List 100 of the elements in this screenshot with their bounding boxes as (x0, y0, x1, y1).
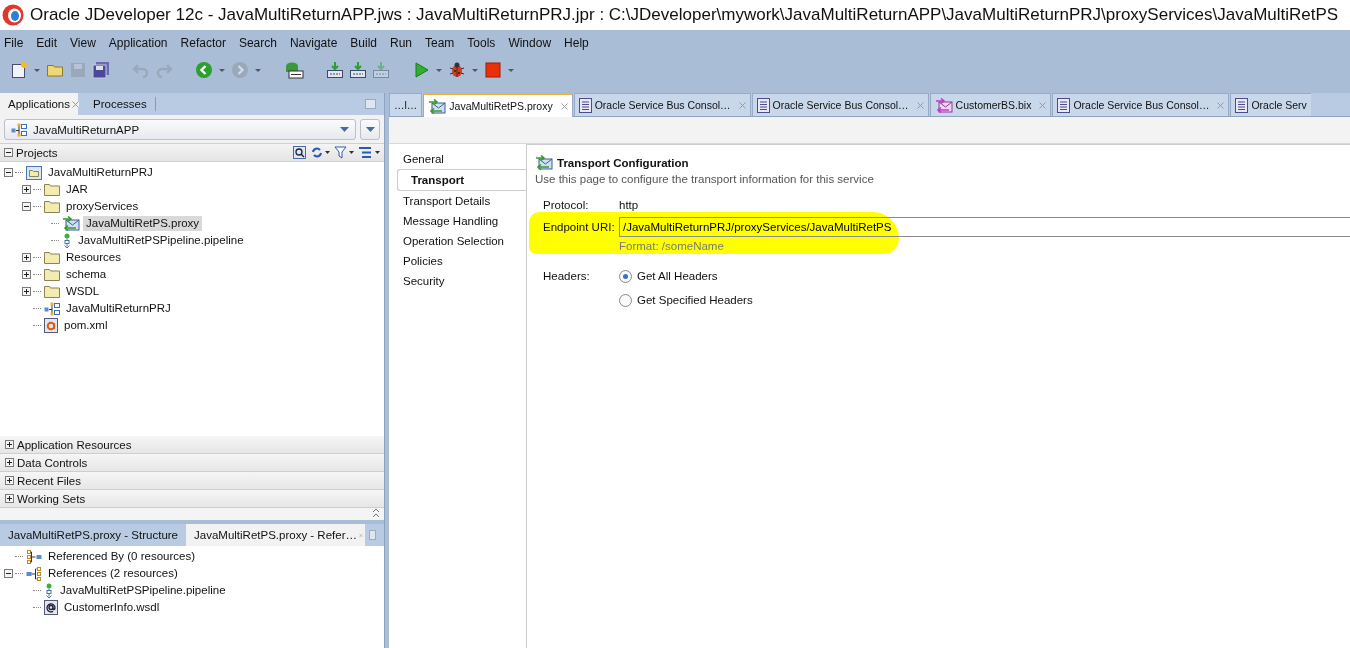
menu-item[interactable]: Window (508, 35, 558, 50)
tree-item[interactable]: References (2 resources) (45, 566, 181, 581)
collapse-icon[interactable] (22, 202, 31, 211)
back-icon[interactable] (195, 61, 213, 79)
expand-icon[interactable] (5, 476, 14, 485)
panel-tab[interactable]: JavaMultiRetPS.proxy - Refer… (186, 524, 365, 546)
menu-item[interactable]: Application (108, 35, 174, 50)
database-sql-icon[interactable] (284, 61, 304, 79)
outgoing-link-icon (26, 566, 42, 581)
expand-icon[interactable] (22, 185, 31, 194)
bug-icon[interactable] (448, 61, 466, 79)
tree-item[interactable]: JavaMultiRetPSPipeline.pipeline (75, 233, 247, 248)
menu-item[interactable]: Tools (467, 35, 502, 50)
nav-item[interactable]: Security (389, 271, 526, 291)
tree-item[interactable]: Referenced By (0 resources) (45, 549, 198, 564)
nav-item[interactable]: Transport Details (389, 191, 526, 211)
envelope-arrows-icon (428, 98, 447, 114)
section-title: Transport Configuration (557, 156, 689, 169)
menu-item[interactable]: Help (564, 35, 595, 50)
editor-tab[interactable]: Oracle Service Bus Consol… (751, 93, 929, 116)
close-icon[interactable] (560, 102, 568, 110)
collapse-icon[interactable] (4, 168, 13, 177)
editor-tab[interactable]: JavaMultiRetPS.proxy (423, 93, 573, 117)
layout-icon[interactable] (358, 146, 380, 159)
menu-item[interactable]: Refactor (180, 35, 232, 50)
menu-item[interactable]: Team (425, 35, 461, 50)
tree-item[interactable]: JavaMultiRetPS.proxy (83, 216, 203, 231)
application-icon (11, 122, 27, 137)
new-file-icon[interactable] (10, 61, 28, 79)
expand-icon[interactable] (5, 494, 14, 503)
collapse-icon[interactable] (4, 148, 13, 157)
menu-item[interactable]: File (4, 35, 30, 50)
menu-item[interactable]: View (70, 35, 102, 50)
editor-tab[interactable]: CustomerBS.bix (929, 93, 1052, 116)
tree-item[interactable]: JavaMultiRetPSPipeline.pipeline (57, 583, 229, 598)
section-description: Use this page to configure the transport information for this service (535, 173, 875, 185)
editor-tab[interactable]: Oracle Service Bus Consol… (573, 93, 751, 116)
tree-item[interactable]: schema (63, 267, 110, 282)
tree-item[interactable]: JAR (63, 182, 91, 197)
tree-item[interactable]: CustomerInfo.wsdl (61, 600, 163, 615)
expand-icon[interactable] (22, 287, 31, 296)
expand-icon[interactable] (5, 458, 14, 467)
menu-item[interactable]: Search (238, 35, 283, 50)
tree-item[interactable]: proxyServices (63, 199, 142, 214)
expand-icon[interactable] (22, 270, 31, 279)
tree-item[interactable]: Resources (63, 250, 124, 265)
nav-item[interactable]: Transport (397, 169, 526, 191)
expand-icon[interactable] (5, 440, 14, 449)
endpoint-input[interactable]: /JavaMultiReturnPRJ/proxyServices/JavaMultiRetPS (619, 217, 1350, 237)
search-icon[interactable] (293, 146, 306, 159)
save-all-icon[interactable] (92, 61, 110, 79)
panel-tab[interactable]: Processes (85, 93, 155, 115)
filter-icon[interactable] (334, 146, 354, 159)
menu-item[interactable]: Run (390, 35, 418, 50)
application-dropdown[interactable]: JavaMultiReturnAPP (4, 119, 356, 140)
panel-tab[interactable]: Applications (0, 93, 78, 115)
tree-item[interactable]: pom.xml (61, 318, 111, 333)
window-title: Oracle JDeveloper 12c - JavaMultiReturnAPP.jws : JavaMultiReturnPRJ.jpr : C:\JDeveloper\mywork\JavaMultiReturnAPP\JavaMultiReturnPRJ\proxyServices\JavaMultiRetPS (30, 5, 1339, 25)
panel-tab[interactable]: JavaMultiRetPS.proxy - Structure (0, 524, 186, 546)
section-header[interactable]: Data Controls (17, 456, 88, 469)
nav-item[interactable]: Policies (389, 251, 526, 271)
tree-item[interactable]: WSDL (63, 284, 103, 299)
expand-icon[interactable] (22, 253, 31, 262)
nav-item[interactable]: General (389, 149, 526, 169)
close-icon[interactable] (72, 100, 79, 108)
section-header[interactable]: Recent Files (17, 474, 81, 487)
menu-item[interactable]: Build (350, 35, 383, 50)
document-icon (578, 97, 592, 113)
deploy-icon[interactable] (349, 61, 367, 79)
tree-item[interactable]: JavaMultiReturnPRJ (45, 165, 156, 180)
menu-item[interactable]: Navigate (289, 35, 344, 50)
project-structure-icon (44, 301, 60, 316)
section-header[interactable]: Projects (16, 146, 58, 159)
radio-button[interactable] (619, 269, 632, 283)
editor-tab[interactable]: Oracle Service Bus Consol… (1052, 93, 1230, 116)
xml-file-icon (44, 318, 58, 333)
envelope-arrows-icon (934, 97, 953, 113)
radio-label[interactable]: Get All Headers (637, 270, 718, 282)
document-icon (756, 97, 770, 113)
deploy-icon[interactable] (326, 61, 344, 79)
nav-item[interactable]: Operation Selection (389, 231, 526, 251)
radio-button[interactable] (619, 293, 632, 307)
radio-label[interactable]: Get Specified Headers (637, 294, 753, 306)
sync-icon[interactable] (310, 146, 330, 159)
editor-tab[interactable]: …l… (389, 93, 423, 116)
editor-tab[interactable]: Oracle Serv (1230, 93, 1311, 116)
menu-item[interactable]: Edit (36, 35, 64, 50)
menu-dropdown-button[interactable] (360, 119, 380, 140)
collapse-icon[interactable] (4, 569, 13, 578)
run-icon[interactable] (412, 61, 430, 79)
tree-item[interactable]: JavaMultiReturnPRJ (63, 301, 174, 316)
chevron-icon[interactable] (372, 508, 380, 518)
nav-item[interactable]: Message Handling (389, 211, 526, 231)
stop-icon[interactable] (484, 61, 502, 79)
folder-icon (44, 251, 60, 264)
section-header[interactable]: Working Sets (17, 492, 86, 505)
project-folder-icon (26, 165, 42, 180)
caret-icon (365, 127, 375, 132)
field-label: Endpoint URI: (543, 220, 616, 235)
incoming-link-icon (26, 549, 42, 564)
